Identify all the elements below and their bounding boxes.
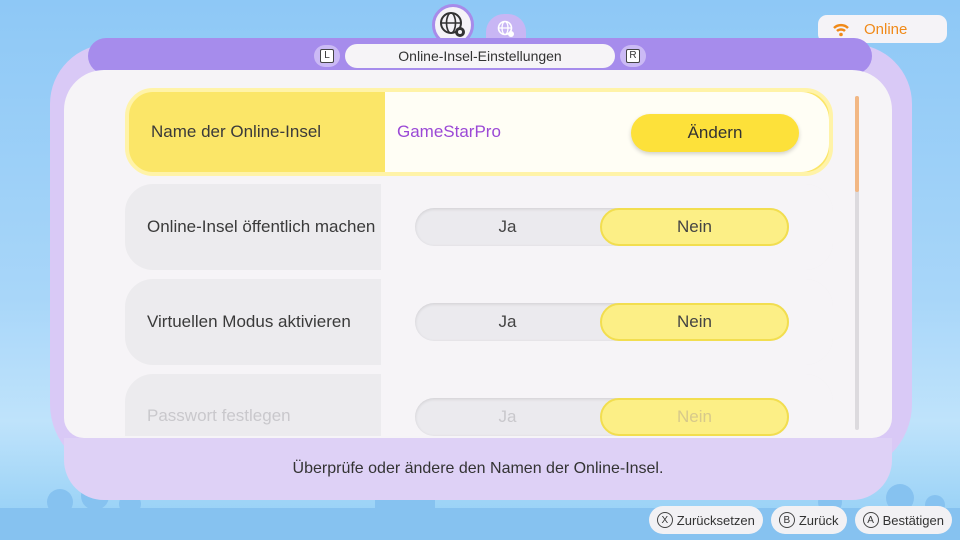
button-hints: X Zurücksetzen B Zurück A Bestätigen xyxy=(648,506,952,534)
setting-row-virtual-mode[interactable]: Virtuellen Modus aktivieren Ja Nein xyxy=(125,279,833,365)
confirm-label: Bestätigen xyxy=(882,512,944,528)
option-no[interactable]: Nein xyxy=(600,208,789,246)
r-button-icon: R xyxy=(626,49,640,63)
option-no[interactable]: Nein xyxy=(600,303,789,341)
globe-gear-icon xyxy=(440,12,465,37)
back-label: Zurück xyxy=(798,512,839,528)
public-island-toggle[interactable]: Ja Nein xyxy=(415,208,789,246)
setting-label: Passwort festlegen xyxy=(147,406,291,425)
change-name-button[interactable]: Ändern xyxy=(631,114,799,152)
setting-row-password[interactable]: Passwort festlegen Ja Nein xyxy=(125,374,833,436)
confirm-hint[interactable]: A Bestätigen xyxy=(854,506,952,534)
description-text: Überprüfe oder ändere den Namen der Onli… xyxy=(64,438,892,500)
virtual-mode-toggle[interactable]: Ja Nein xyxy=(415,303,789,341)
option-no[interactable]: Nein xyxy=(600,398,789,436)
option-yes[interactable]: Ja xyxy=(415,303,600,341)
a-button-icon: A xyxy=(862,512,879,528)
scrollbar-thumb[interactable] xyxy=(855,96,859,192)
b-button-icon: B xyxy=(778,512,795,528)
setting-row-public-island[interactable]: Online-Insel öffentlich machen Ja Nein xyxy=(125,184,833,270)
option-yes[interactable]: Ja xyxy=(415,398,600,436)
l-button-icon: L xyxy=(320,49,334,63)
option-yes[interactable]: Ja xyxy=(415,208,600,246)
header-bar: L Online-Insel-Einstellungen R xyxy=(88,38,872,74)
next-tab-button[interactable]: R xyxy=(620,45,646,67)
scrollbar[interactable] xyxy=(855,96,859,430)
reset-hint[interactable]: X Zurücksetzen xyxy=(648,506,763,534)
x-button-icon: X xyxy=(656,512,673,528)
password-toggle[interactable]: Ja Nein xyxy=(415,398,789,436)
setting-label: Name der Online-Insel xyxy=(129,92,385,172)
island-name-value: GameStarPro xyxy=(397,122,501,141)
setting-label: Virtuellen Modus aktivieren xyxy=(147,312,351,331)
wifi-icon xyxy=(833,23,849,37)
reset-label: Zurücksetzen xyxy=(676,512,755,528)
prev-tab-button[interactable]: L xyxy=(314,45,340,67)
setting-row-island-name[interactable]: Name der Online-Insel GameStarPro Ändern xyxy=(125,88,833,176)
globe-icon xyxy=(497,20,514,37)
back-hint[interactable]: B Zurück xyxy=(770,506,847,534)
online-status-label: Online xyxy=(864,20,908,38)
page-title: Online-Insel-Einstellungen xyxy=(345,44,615,68)
setting-label: Online-Insel öffentlich machen xyxy=(147,217,376,236)
